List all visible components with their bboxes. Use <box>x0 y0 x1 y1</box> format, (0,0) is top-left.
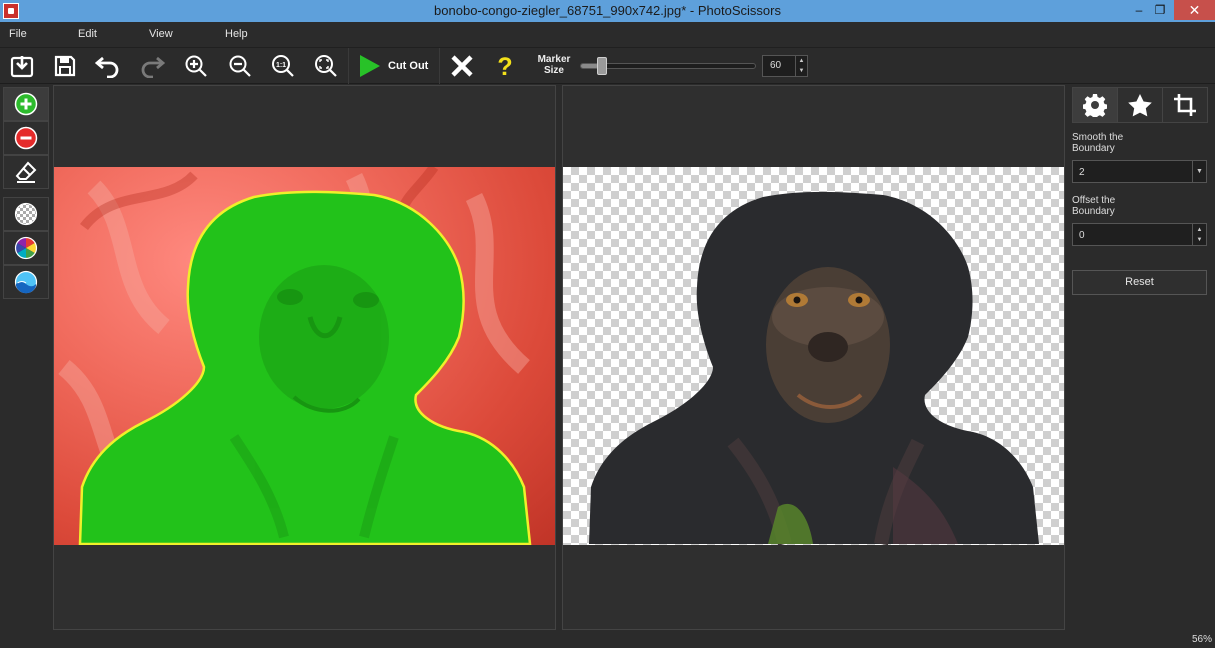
menu-edit[interactable]: Edit <box>78 28 97 40</box>
fit-to-window-icon[interactable] <box>311 52 341 80</box>
svg-text:?: ? <box>497 53 512 79</box>
zoom-in-icon[interactable] <box>181 52 211 80</box>
marker-size-input[interactable]: 60 ▲ ▼ <box>762 55 808 77</box>
marker-size-label: Marker Size <box>537 54 571 76</box>
toolbar-separator <box>439 48 440 84</box>
save-icon[interactable] <box>50 52 80 80</box>
star-icon <box>1128 94 1152 117</box>
cut-out-button[interactable]: Cut Out <box>356 52 436 80</box>
minus-circle-icon <box>14 126 38 150</box>
chevron-down-icon[interactable]: ▼ <box>1192 161 1206 182</box>
restore-button[interactable]: ❐ <box>1147 0 1173 20</box>
eraser-icon <box>15 161 37 183</box>
tab-crop[interactable] <box>1162 87 1208 123</box>
smooth-boundary-label: Smooth the Boundary <box>1072 132 1124 154</box>
reset-button[interactable]: Reset <box>1072 270 1207 295</box>
zoom-out-icon[interactable] <box>225 52 255 80</box>
masked-bonobo-image <box>58 167 532 545</box>
color-background-tool[interactable] <box>3 231 49 265</box>
color-wheel-icon <box>14 236 38 260</box>
zoom-level: 56% <box>1191 634 1212 645</box>
crop-icon <box>1174 94 1196 116</box>
plus-circle-icon <box>14 92 38 116</box>
tab-settings[interactable] <box>1072 87 1118 123</box>
smooth-boundary-value: 2 <box>1079 167 1085 178</box>
landscape-icon <box>14 270 38 294</box>
menu-bar: File Edit View Help <box>0 22 1215 48</box>
title-bar: bonobo-congo-ziegler_68751_990x742.jpg* … <box>0 0 1215 22</box>
transparent-background-tool[interactable] <box>3 197 49 231</box>
cut-out-label: Cut Out <box>388 60 429 72</box>
result-image-panel <box>562 85 1065 630</box>
eraser-tool[interactable] <box>3 155 49 189</box>
background-marker-tool[interactable] <box>3 121 49 155</box>
window-title: bonobo-congo-ziegler_68751_990x742.jpg* … <box>434 3 781 18</box>
redo-icon[interactable] <box>137 52 167 80</box>
offset-boundary-spinner[interactable]: ▲ ▼ <box>1192 224 1206 245</box>
marker-size-slider-thumb[interactable] <box>597 57 608 75</box>
toolbar: 1:1 Cut Out ? Marker Size 60 ▲ ▼ <box>0 48 1215 84</box>
result-image-canvas[interactable] <box>563 167 1064 545</box>
offset-boundary-value: 0 <box>1079 230 1085 241</box>
offset-boundary-label: Offset the Boundary <box>1072 195 1116 217</box>
foreground-marker-tool[interactable] <box>3 87 49 121</box>
cutout-bonobo-image <box>589 191 1039 545</box>
open-icon[interactable] <box>7 52 37 80</box>
clear-icon[interactable] <box>447 52 477 80</box>
marker-size-spinner[interactable]: ▲ ▼ <box>795 56 807 76</box>
checkerboard-icon <box>14 202 38 226</box>
image-background-tool[interactable] <box>3 265 49 299</box>
tab-effects[interactable] <box>1117 87 1163 123</box>
undo-icon[interactable] <box>93 52 123 80</box>
help-icon[interactable]: ? <box>490 52 520 80</box>
menu-file[interactable]: File <box>9 28 27 40</box>
toolbar-separator <box>348 48 349 84</box>
gear-icon <box>1083 94 1107 117</box>
close-button[interactable]: ✕ <box>1174 0 1215 20</box>
play-icon <box>360 55 380 77</box>
source-image-canvas[interactable] <box>54 167 555 545</box>
bonobo-nose <box>808 332 848 362</box>
smooth-boundary-select[interactable]: 2 ▼ <box>1072 160 1207 183</box>
svg-text:1:1: 1:1 <box>276 62 286 69</box>
menu-view[interactable]: View <box>149 28 173 40</box>
photoscissors-window: bonobo-congo-ziegler_68751_990x742.jpg* … <box>0 0 1215 648</box>
marker-size-fill <box>581 64 599 68</box>
actual-size-icon[interactable]: 1:1 <box>268 52 298 80</box>
marker-size-value: 60 <box>770 60 782 71</box>
offset-boundary-input[interactable]: 0 ▲ ▼ <box>1072 223 1207 246</box>
source-image-panel <box>53 85 556 630</box>
menu-help[interactable]: Help <box>225 28 248 40</box>
